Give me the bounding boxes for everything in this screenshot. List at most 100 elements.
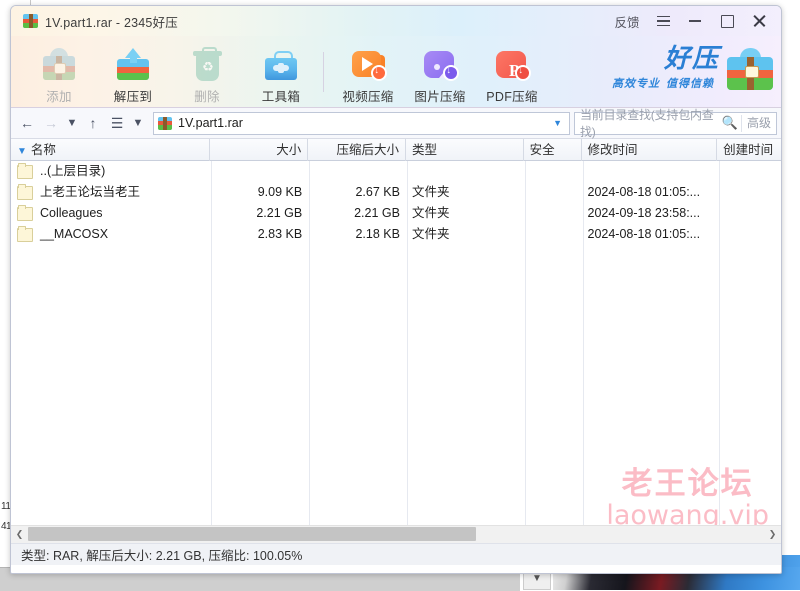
video-compress-button[interactable]: 视频压缩	[332, 39, 404, 105]
row-created	[717, 182, 781, 203]
sort-ascending-arrow: ▼	[17, 145, 27, 157]
archive-icon	[23, 14, 38, 28]
table-row[interactable]: ..(上层目录)	[11, 161, 781, 182]
column-header-name[interactable]: ▼ 名称	[11, 138, 211, 161]
row-created	[717, 203, 781, 224]
scrollbar-thumb[interactable]	[28, 527, 476, 541]
column-header-created[interactable]: 创建时间	[717, 139, 781, 161]
row-size	[210, 161, 308, 182]
row-security	[524, 203, 582, 224]
row-packed-size: 2.21 GB	[354, 206, 400, 220]
address-chevron-down-icon[interactable]: ▼	[553, 118, 565, 128]
row-modified: 2024-08-18 01:05:...	[587, 185, 701, 199]
pdf-compress-icon: P	[492, 44, 532, 84]
row-name: Colleagues	[40, 206, 103, 220]
watermark-line-2: laowang.vip	[606, 500, 769, 526]
address-bar-value: 1V.part1.rar	[178, 116, 243, 130]
row-created	[717, 161, 781, 182]
table-row[interactable]: Colleagues 2.21 GB 2.21 GB 文件夹 2024-09-1…	[11, 203, 781, 224]
close-icon[interactable]	[743, 8, 775, 34]
maximize-icon[interactable]	[711, 8, 743, 34]
column-header-modified[interactable]: 修改时间	[582, 138, 718, 161]
chevron-right-icon[interactable]: ❯	[764, 526, 781, 543]
row-name: 上老王论坛当老王	[40, 185, 141, 199]
table-row[interactable]: __MACOSX 2.83 KB 2.18 KB 文件夹 2024-08-18 …	[11, 224, 781, 245]
row-security	[524, 161, 582, 182]
title-bar-controls: 反馈	[607, 6, 775, 36]
feedback-button[interactable]: 反馈	[607, 8, 647, 34]
pdf-compress-button-label: PDF压缩	[486, 89, 538, 104]
search-icon[interactable]: 🔍	[719, 115, 741, 131]
row-packed-size: 2.67 KB	[355, 185, 400, 199]
row-packed-size	[308, 161, 406, 182]
history-chevron-down-icon[interactable]: ▼	[63, 111, 81, 135]
delete-button[interactable]: ♻ 删除	[173, 39, 241, 105]
row-type: 文件夹	[411, 227, 450, 241]
extract-to-button[interactable]: 解压到	[99, 39, 167, 105]
extract-to-icon	[113, 44, 153, 84]
site-watermark: 老王论坛 laowang.vip	[606, 467, 769, 525]
brand-logo: 好压 高效专业 值得信赖	[612, 46, 773, 91]
row-modified	[582, 161, 718, 182]
watermark-line-1: 老王论坛	[621, 466, 754, 502]
column-header-name-label: 名称	[30, 142, 56, 157]
arrow-up-icon[interactable]: ↑	[81, 111, 105, 135]
view-chevron-down-icon[interactable]: ▼	[129, 111, 147, 135]
row-modified: 2024-09-18 23:58:...	[587, 206, 701, 220]
address-bar[interactable]: 1V.part1.rar ▼	[153, 111, 570, 135]
row-size: 2.83 KB	[257, 227, 303, 241]
table-row[interactable]: 上老王论坛当老王 9.09 KB 2.67 KB 文件夹 2024-08-18 …	[11, 182, 781, 203]
status-bar: 类型: RAR, 解压后大小: 2.21 GB, 压缩比: 100.05%	[11, 543, 781, 565]
row-type: 文件夹	[411, 185, 450, 199]
rar-file-icon	[158, 116, 172, 130]
column-header-security[interactable]: 安全	[524, 138, 582, 161]
status-text: 类型: RAR, 解压后大小: 2.21 GB, 压缩比: 100.05%	[21, 549, 303, 563]
video-compress-button-label: 视频压缩	[342, 89, 394, 104]
add-button[interactable]: 添加	[25, 39, 93, 105]
row-created	[717, 224, 781, 245]
row-packed-size: 2.18 KB	[355, 227, 400, 241]
toolbar-divider	[323, 51, 324, 92]
folder-icon	[17, 204, 33, 221]
arrow-left-icon[interactable]: ←	[15, 111, 39, 135]
row-security	[524, 182, 582, 203]
background-line-number-1: 11	[1, 501, 11, 512]
column-header-size[interactable]: 大小	[210, 138, 309, 161]
arrow-right-icon[interactable]: →	[39, 111, 63, 135]
window-title: 1V.part1.rar - 2345好压	[45, 15, 178, 30]
list-view-icon[interactable]: ☰	[105, 111, 129, 135]
horizontal-scrollbar[interactable]: ❮ ❯	[11, 525, 781, 543]
toolbox-button[interactable]: 工具箱	[247, 39, 315, 105]
toolbox-icon	[261, 44, 301, 84]
extract-to-button-label: 解压到	[113, 89, 153, 104]
advanced-search-button[interactable]: 高级	[741, 114, 776, 132]
row-type: 文件夹	[411, 206, 450, 220]
image-compress-button[interactable]: 图片压缩	[404, 39, 476, 105]
row-type	[406, 161, 524, 182]
pdf-compress-button[interactable]: P PDF压缩	[476, 39, 548, 105]
haoya-archive-logo	[727, 47, 773, 90]
image-compress-icon	[420, 44, 460, 84]
search-input[interactable]: 当前目录查找(支持包内查找)	[580, 106, 719, 140]
main-toolbar: 添加 解压到 ♻ 删除 工具箱 视频压缩	[11, 36, 781, 108]
add-button-label: 添加	[46, 89, 72, 104]
brand-tagline-2: 值得信赖	[666, 78, 714, 90]
row-size: 2.21 GB	[256, 206, 303, 220]
chevron-left-icon[interactable]: ❮	[11, 526, 28, 543]
brand-tagline-1: 高效专业	[612, 78, 660, 90]
add-archive-icon	[39, 44, 79, 84]
column-header-type[interactable]: 类型	[406, 138, 524, 161]
image-compress-button-label: 图片压缩	[414, 89, 466, 104]
search-box[interactable]: 当前目录查找(支持包内查找) 🔍 高级	[574, 108, 777, 139]
row-name: ..(上层目录)	[40, 164, 106, 178]
row-name: __MACOSX	[40, 227, 109, 241]
minimize-icon[interactable]	[679, 8, 711, 34]
column-header-packed-size[interactable]: 压缩后大小	[308, 138, 406, 161]
scrollbar-track[interactable]	[28, 526, 764, 543]
folder-icon	[17, 162, 33, 179]
brand-name: 好压	[663, 44, 720, 74]
row-security	[524, 224, 582, 245]
folder-icon	[17, 225, 33, 242]
hamburger-menu-icon[interactable]	[647, 8, 679, 34]
folder-icon	[17, 183, 33, 200]
